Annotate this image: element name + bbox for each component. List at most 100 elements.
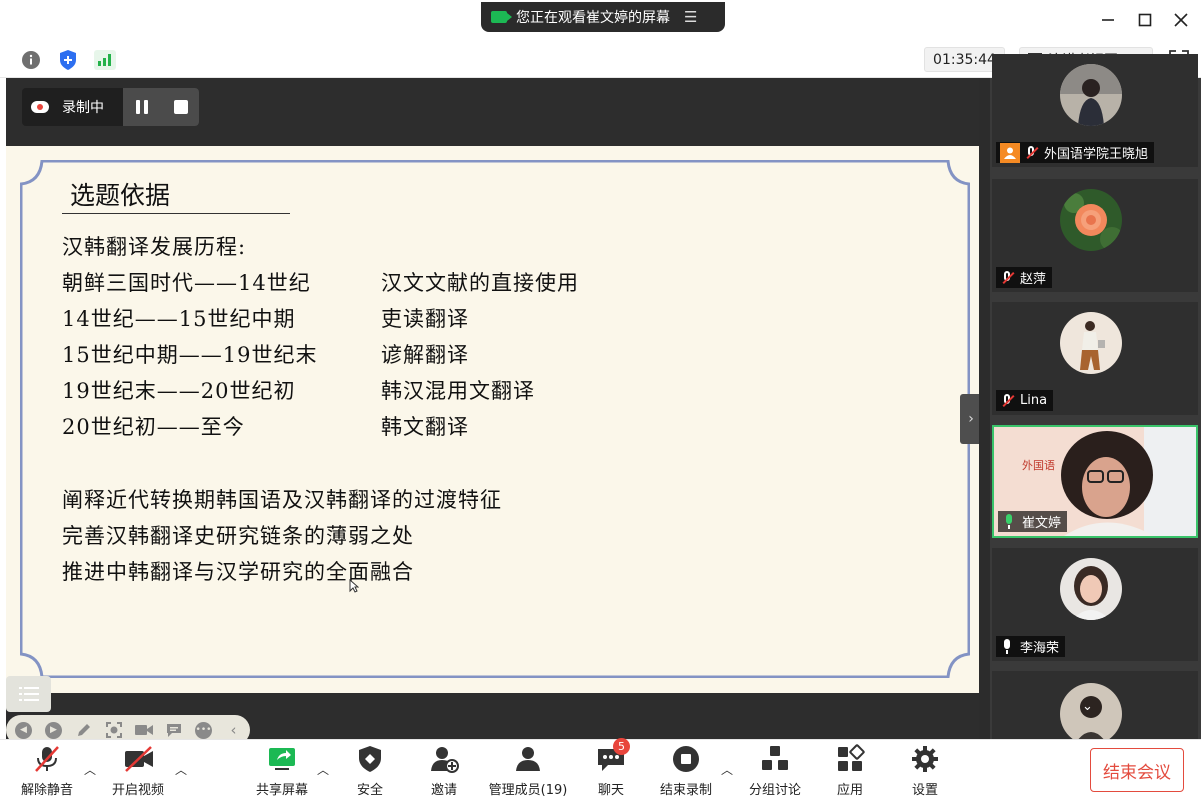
audio-options-caret[interactable]: ︿ — [84, 761, 96, 778]
participant-tile[interactable]: ⌄ — [992, 671, 1198, 739]
invite-label: 邀请 — [430, 783, 457, 798]
more-options-icon[interactable]: ••• — [193, 720, 214, 741]
participant-tile[interactable]: 赵萍 — [992, 179, 1198, 292]
comment-icon[interactable] — [163, 720, 184, 741]
unmute-button[interactable]: 解除静音 — [18, 744, 76, 798]
video-off-icon — [123, 744, 153, 774]
apps-button[interactable]: 应用 — [830, 744, 870, 798]
viewing-banner-text: 您正在观看崔文婷的屏幕 — [516, 10, 670, 26]
slide-heading: 汉韩翻译发展历程: — [62, 235, 247, 259]
record-video-icon[interactable] — [133, 720, 154, 741]
next-slide-icon[interactable]: ▶ — [43, 720, 64, 741]
recording-options-caret[interactable]: ︿ — [721, 761, 733, 778]
stop-recording-button[interactable]: 结束录制 — [657, 744, 715, 798]
participant-name: Lina — [1020, 393, 1048, 408]
info-icon[interactable] — [20, 49, 42, 71]
participants-icon — [513, 744, 543, 774]
share-screen-button[interactable]: 共享屏幕 — [253, 744, 311, 798]
muted-mic-icon — [1024, 145, 1039, 160]
participant-tile-active-speaker[interactable]: 外国语 崔文婷 — [992, 425, 1198, 538]
video-options-caret[interactable]: ︿ — [175, 761, 187, 778]
slide-point: 阐释近代转换期韩国语及汉韩翻译的过渡特征 — [62, 488, 502, 512]
chevron-right-icon: › — [968, 411, 974, 427]
video-camera-icon — [491, 11, 512, 23]
security-label: 安全 — [356, 783, 383, 798]
chat-icon: 5 — [596, 738, 630, 774]
shield-icon[interactable] — [57, 49, 79, 71]
participant-name: 崔文婷 — [1022, 516, 1062, 531]
participant-gallery: 外国语学院王晓旭 赵萍 Lina 外国语 崔文婷 李海荣 ⌄ — [979, 54, 1201, 739]
viewing-share-banner[interactable]: 您正在观看崔文婷的屏幕 ☰ — [481, 2, 725, 32]
screenshot-icon[interactable] — [103, 720, 124, 741]
muted-mic-icon — [1000, 393, 1015, 408]
annotation-menu-button[interactable] — [6, 676, 51, 712]
avatar — [1060, 312, 1122, 374]
chat-button[interactable]: 5 聊天 — [591, 738, 631, 798]
title-underline — [62, 213, 290, 214]
slide-point: 完善汉韩翻译史研究链条的薄弱之处 — [62, 524, 414, 548]
participant-tile[interactable]: 外国语学院王晓旭 — [992, 54, 1198, 167]
settings-button[interactable]: 设置 — [905, 744, 945, 798]
timeline-period: 14世纪——15世纪中期 — [62, 307, 296, 331]
timeline-period: 15世纪中期——19世纪末 — [62, 343, 318, 367]
invite-icon — [429, 744, 459, 774]
mic-icon — [1000, 639, 1014, 654]
participant-name: 李海荣 — [1020, 641, 1060, 656]
manage-participants-button[interactable]: 管理成员(19) — [487, 744, 569, 798]
timeline-form: 谚解翻译 — [381, 343, 469, 367]
timeline-form: 韩文翻译 — [381, 415, 469, 439]
end-meeting-button[interactable]: 结束会议 — [1090, 748, 1184, 792]
video-background-text: 外国语 — [1022, 459, 1055, 472]
muted-mic-icon — [32, 744, 62, 774]
avatar — [1060, 189, 1122, 251]
timeline-period: 20世纪初——至今 — [62, 415, 245, 439]
view-options-menu-icon[interactable]: ☰ — [684, 8, 697, 26]
pause-icon[interactable] — [135, 100, 149, 114]
scroll-down-icon[interactable]: ⌄ — [1082, 699, 1093, 714]
start-video-button[interactable]: 开启视频 — [108, 744, 168, 798]
presentation-slide: 选题依据 汉韩翻译发展历程: 朝鲜三国时代——14世纪 汉文文献的直接使用 14… — [6, 146, 979, 745]
speaking-mic-icon — [1002, 514, 1016, 529]
security-button[interactable]: 安全 — [350, 744, 390, 798]
share-screen-label: 共享屏幕 — [255, 783, 308, 798]
invite-button[interactable]: 邀请 — [424, 744, 464, 798]
breakout-rooms-icon — [760, 744, 790, 774]
timeline-form: 韩汉混用文翻译 — [381, 379, 535, 403]
breakout-rooms-button[interactable]: 分组讨论 — [746, 744, 804, 798]
participant-name: 外国语学院王晓旭 — [1044, 147, 1149, 162]
participant-tile[interactable]: 李海荣 — [992, 548, 1198, 661]
unread-chat-badge: 5 — [613, 738, 630, 755]
timeline-period: 朝鲜三国时代——14世纪 — [62, 271, 311, 295]
maximize-icon[interactable] — [1133, 8, 1157, 32]
settings-label: 设置 — [911, 783, 938, 798]
previous-slide-icon[interactable]: ◀ — [13, 720, 34, 741]
apps-label: 应用 — [836, 783, 863, 798]
chat-label: 聊天 — [597, 783, 624, 798]
meeting-toolbar: 解除静音 ︿ 开启视频 ︿ 共享屏幕 ︿ 安全 邀请 管理成员(19) 5 聊天… — [0, 738, 1201, 801]
stop-recording-icon — [671, 744, 701, 774]
minimize-icon[interactable] — [1096, 8, 1120, 32]
shared-screen: 录制中 选题依据 汉韩翻译发展历程: 朝鲜三国时代——14世纪 汉文文献的直接使… — [6, 78, 979, 745]
share-options-caret[interactable]: ︿ — [317, 761, 329, 778]
list-icon — [18, 687, 39, 701]
close-icon[interactable] — [1169, 8, 1193, 32]
title-bar: 您正在观看崔文婷的屏幕 ☰ — [0, 0, 1201, 40]
stop-recording-label: 结束录制 — [659, 783, 712, 798]
shield-icon — [355, 744, 385, 774]
collapse-toolbar-icon[interactable]: ‹ — [223, 720, 244, 741]
manage-participants-label: 管理成员(19) — [488, 783, 568, 798]
timeline-form: 汉文文献的直接使用 — [381, 271, 579, 295]
breakout-rooms-label: 分组讨论 — [748, 783, 801, 798]
participant-tile[interactable]: Lina — [992, 302, 1198, 415]
avatar — [1060, 64, 1122, 126]
stop-icon[interactable] — [174, 100, 188, 114]
gallery-divider[interactable] — [979, 78, 990, 739]
gear-icon — [910, 744, 940, 774]
participant-name: 赵萍 — [1020, 272, 1047, 287]
share-screen-icon — [267, 744, 297, 774]
slide-title: 选题依据 — [70, 181, 171, 210]
signal-bars-icon[interactable] — [94, 49, 116, 71]
cloud-record-icon — [31, 101, 49, 113]
apps-icon — [835, 744, 865, 774]
pen-icon[interactable] — [73, 720, 94, 741]
